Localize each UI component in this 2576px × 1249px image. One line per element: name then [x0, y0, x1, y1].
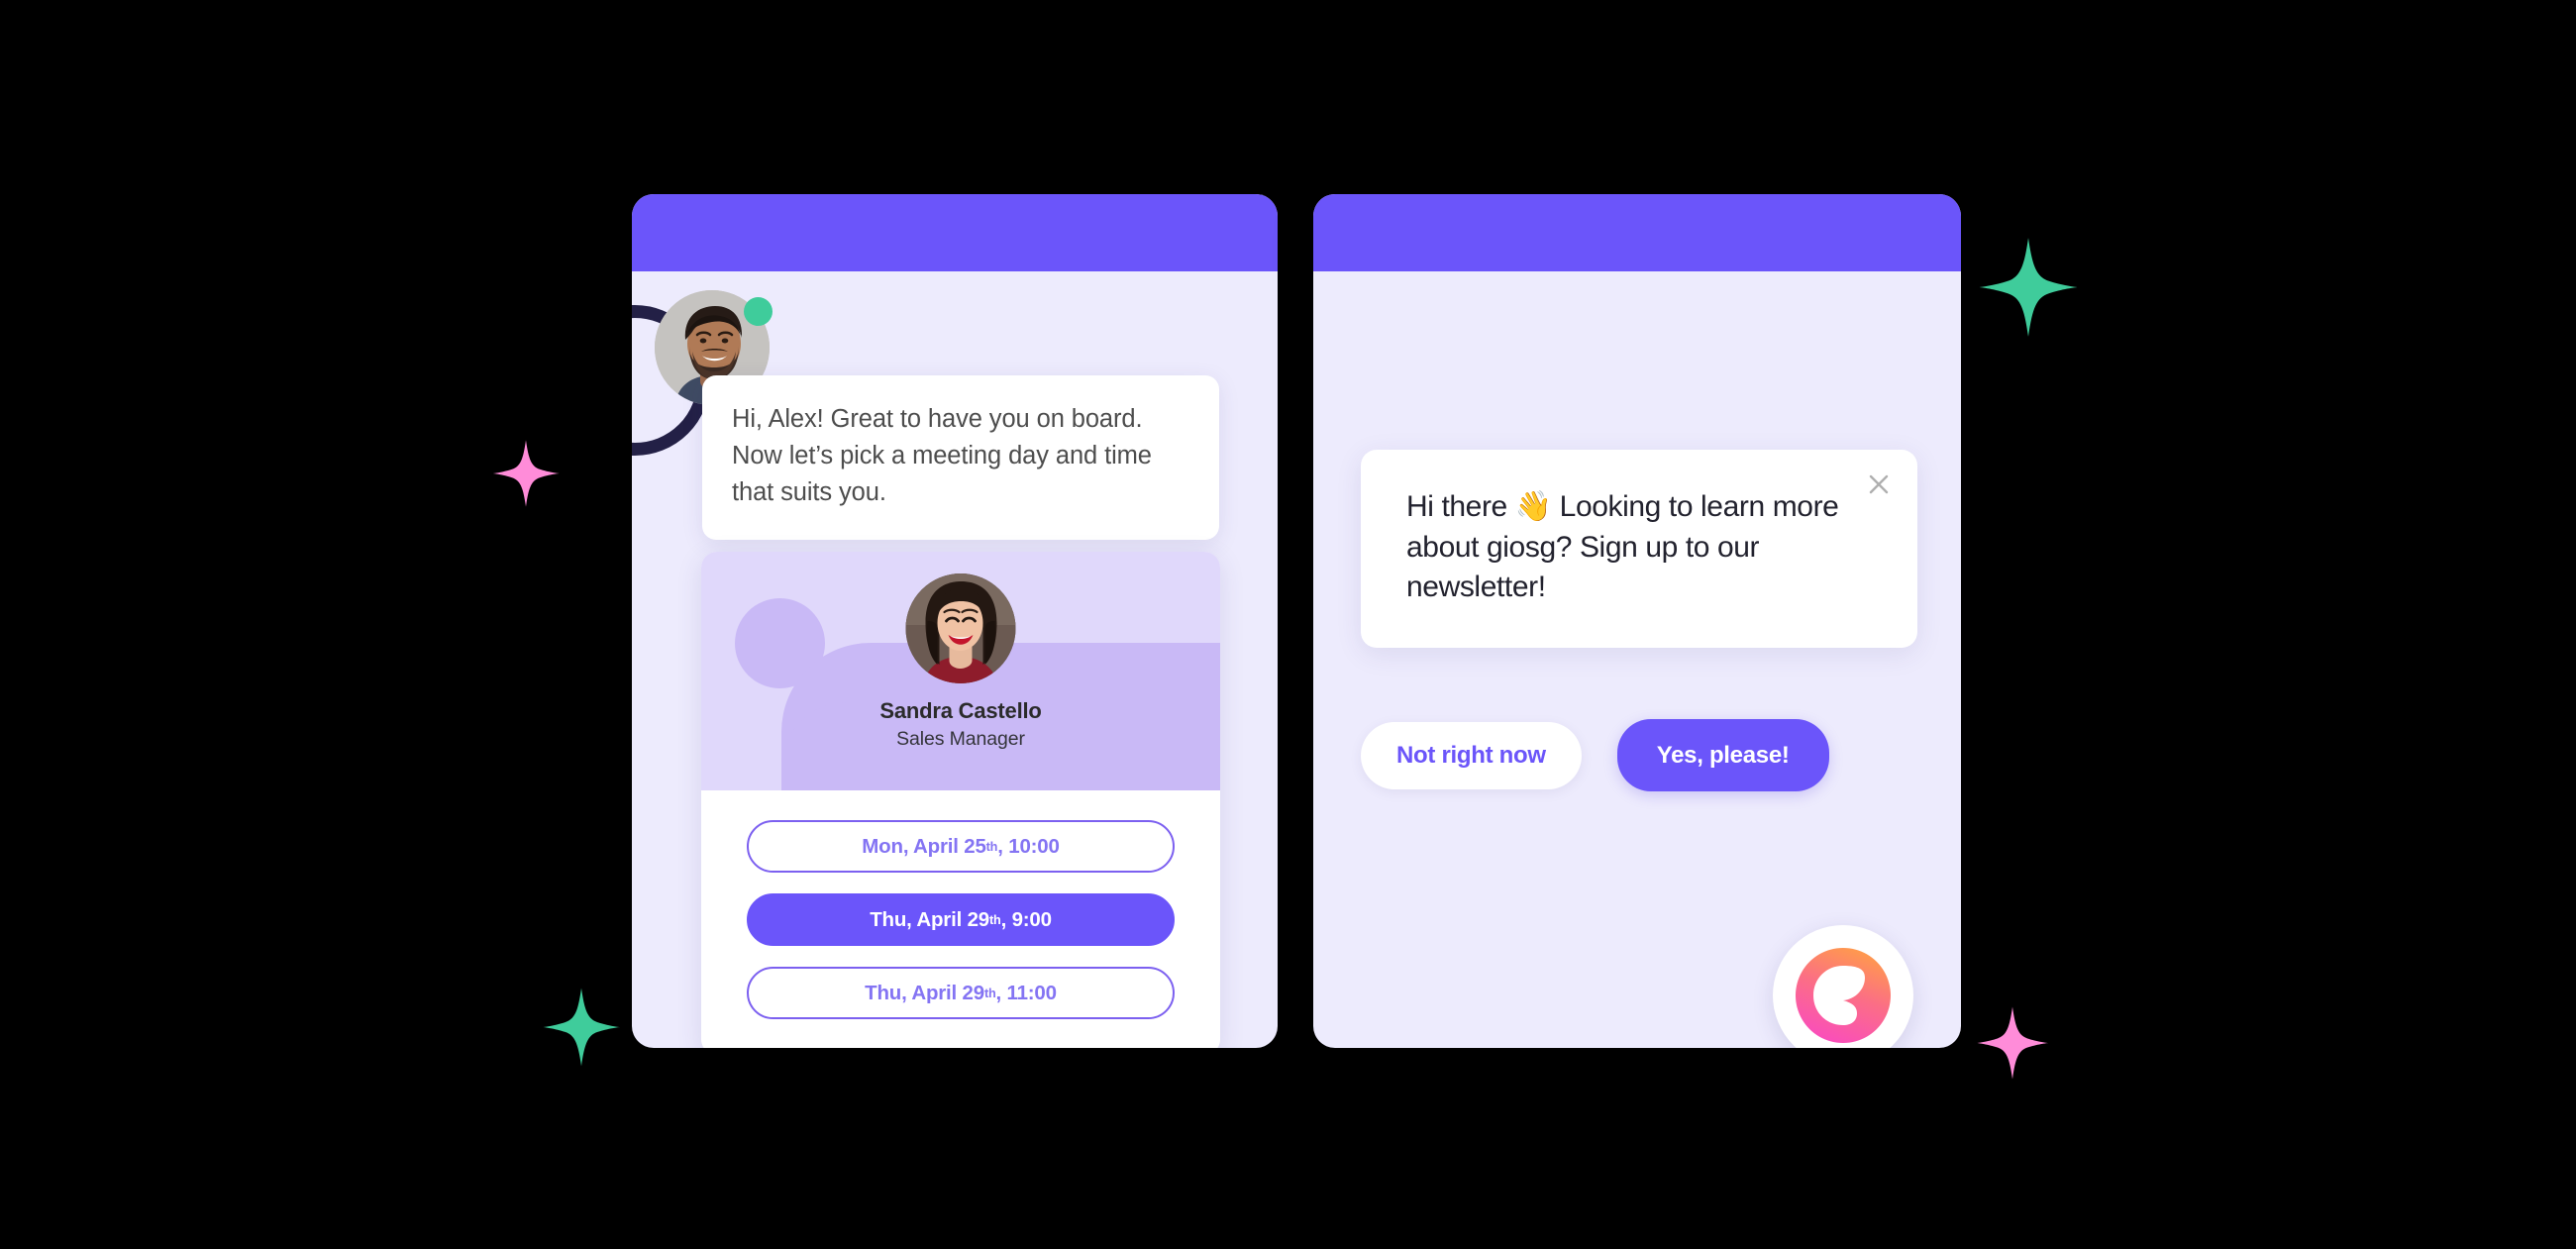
- newsletter-chat-widget: Hi there 👋 Looking to learn more about g…: [1313, 194, 1961, 1048]
- screenshot-stage: Hi, Alex! Great to have you on board. No…: [0, 0, 2576, 1249]
- newsletter-popup-card: Hi there 👋 Looking to learn more about g…: [1361, 450, 1917, 648]
- accept-button[interactable]: Yes, please!: [1616, 719, 1829, 791]
- newsletter-actions: Not right now Yes, please!: [1361, 719, 1829, 791]
- sales-manager-avatar: [905, 573, 1016, 683]
- agent-message-bubble: Hi, Alex! Great to have you on board. No…: [702, 375, 1219, 540]
- newsletter-popup-text: Hi there 👋 Looking to learn more about g…: [1406, 490, 1839, 603]
- sales-manager-meta: Sandra Castello Sales Manager: [701, 698, 1220, 751]
- slot-time: , 10:00: [997, 834, 1060, 858]
- widget-body: Hi there 👋 Looking to learn more about g…: [1313, 271, 1961, 1048]
- slot-time: , 9:00: [1000, 907, 1052, 931]
- rep-role: Sales Manager: [896, 728, 1025, 750]
- decline-button[interactable]: Not right now: [1361, 722, 1582, 789]
- sparkle-star-green-top-right: [1977, 236, 2080, 339]
- widget-header-bar: [1313, 194, 1961, 271]
- widget-header-bar: [632, 194, 1278, 271]
- time-slot-list: Mon, April 25th, 10:00 Thu, April 29th, …: [701, 790, 1220, 1048]
- chat-launcher-button[interactable]: [1773, 925, 1913, 1048]
- slot-time: , 11:00: [995, 981, 1057, 1004]
- widget-body: Hi, Alex! Great to have you on board. No…: [632, 271, 1278, 1048]
- sparkle-star-pink-bottom-right: [1975, 1005, 2050, 1081]
- online-status-dot: [744, 297, 773, 326]
- time-slot-option-selected[interactable]: Thu, April 29th, 9:00: [747, 893, 1175, 946]
- meeting-booking-card: Sandra Castello Sales Manager Mon, April…: [701, 552, 1220, 1048]
- time-slot-option[interactable]: Thu, April 29th, 11:00: [747, 967, 1175, 1019]
- sparkle-star-pink-left: [491, 439, 561, 508]
- sparkle-star-green-bottom-left: [541, 987, 622, 1068]
- giosg-logo-icon: [1796, 948, 1891, 1043]
- close-icon[interactable]: [1864, 469, 1894, 499]
- booking-chat-widget: Hi, Alex! Great to have you on board. No…: [632, 194, 1278, 1048]
- time-slot-option[interactable]: Mon, April 25th, 10:00: [747, 820, 1175, 873]
- booking-card-hero: Sandra Castello Sales Manager: [701, 552, 1220, 790]
- slot-day: Mon, April 25: [862, 834, 986, 858]
- rep-name: Sandra Castello: [879, 698, 1042, 723]
- slot-day: Thu, April 29: [865, 981, 984, 1004]
- slot-day: Thu, April 29: [870, 907, 989, 931]
